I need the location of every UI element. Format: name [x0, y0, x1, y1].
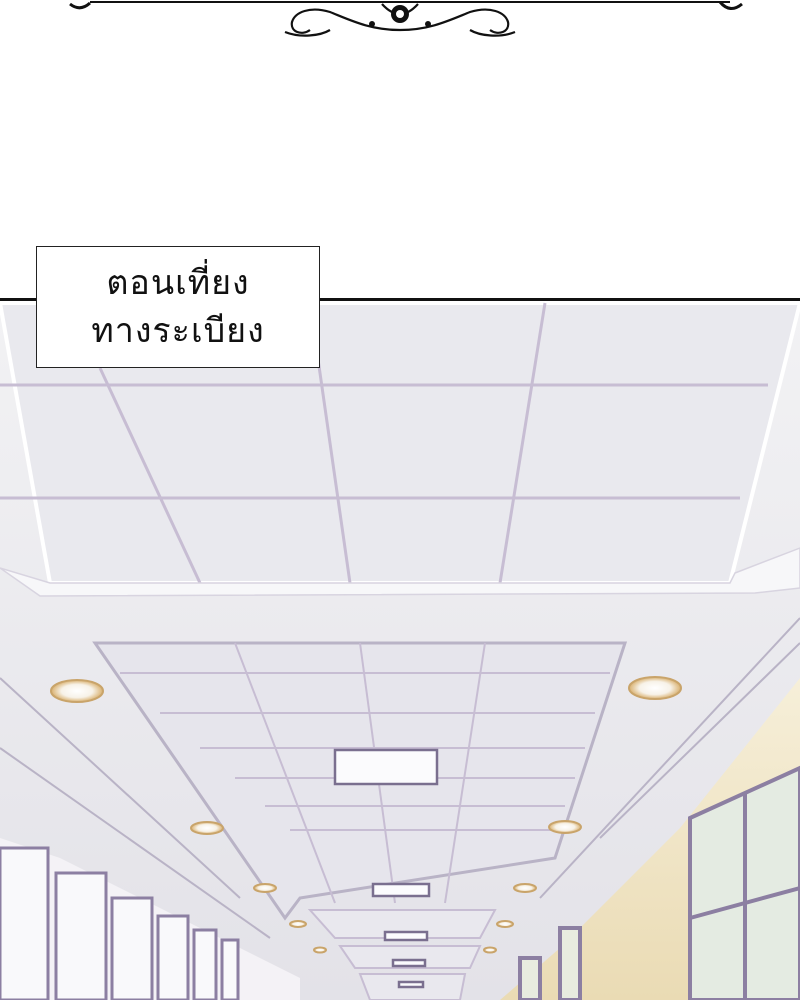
hallway-illustration [0, 298, 800, 1000]
caption-box: ตอนเที่ยง ทางระเบียง [36, 246, 320, 368]
caption-line-2: ทางระเบียง [91, 311, 265, 351]
caption-line-1: ตอนเที่ยง [106, 263, 250, 303]
ornament-divider-icon [69, 0, 743, 37]
